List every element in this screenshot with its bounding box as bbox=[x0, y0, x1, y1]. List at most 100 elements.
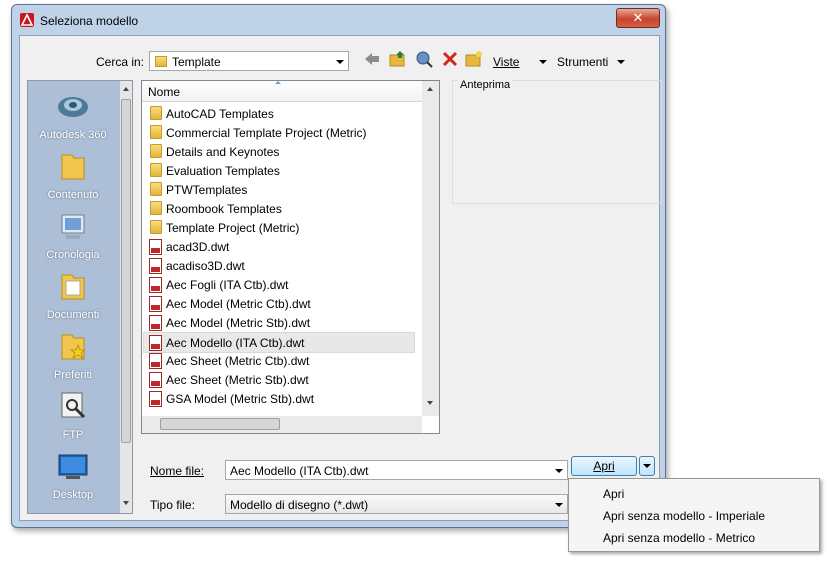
open-options-dropdown[interactable] bbox=[639, 456, 655, 476]
file-name: Aec Model (Metric Ctb).dwt bbox=[166, 297, 311, 311]
places-scrollbar[interactable] bbox=[120, 81, 132, 513]
file-row[interactable]: Aec Sheet (Metric Stb).dwt bbox=[144, 370, 414, 389]
folder-icon bbox=[56, 149, 90, 183]
file-row[interactable]: Roombook Templates bbox=[144, 199, 414, 218]
place-label: Autodesk 360 bbox=[39, 129, 107, 141]
place-label: Contenuto bbox=[47, 189, 99, 201]
tools-dropdown-arrow-icon[interactable] bbox=[617, 60, 625, 64]
dwt-file-icon bbox=[149, 239, 162, 255]
file-row[interactable]: PTWTemplates bbox=[144, 180, 414, 199]
menu-item-open-metric[interactable]: Apri senza modello - Metrico bbox=[603, 531, 755, 545]
folder-icon bbox=[150, 106, 162, 120]
file-name: Aec Sheet (Metric Stb).dwt bbox=[166, 373, 309, 387]
place-ftp[interactable]: FTP bbox=[28, 385, 118, 445]
column-header-name[interactable]: Nome bbox=[142, 81, 422, 102]
scroll-up-icon[interactable] bbox=[123, 87, 129, 91]
folder-icon bbox=[150, 182, 162, 196]
file-row[interactable]: acad3D.dwt bbox=[144, 237, 414, 256]
filename-label: Nome file: bbox=[150, 464, 204, 478]
tools-menu[interactable]: Strumenti bbox=[557, 55, 608, 69]
file-list-horizontal-scrollbar[interactable] bbox=[142, 416, 422, 433]
preview-label: Anteprima bbox=[458, 79, 513, 91]
file-row[interactable]: Aec Model (Metric Stb).dwt bbox=[144, 313, 414, 332]
filetype-label-text: Tipo file: bbox=[150, 498, 195, 512]
file-list: Nome AutoCAD Templates Commercial Templat… bbox=[141, 80, 440, 434]
sort-up-icon bbox=[275, 81, 281, 84]
place-label: Documenti bbox=[46, 309, 100, 321]
place-label: Desktop bbox=[52, 489, 94, 501]
place-contenuto[interactable]: Contenuto bbox=[28, 145, 118, 205]
file-row[interactable]: Template Project (Metric) bbox=[144, 218, 414, 237]
file-row[interactable]: Evaluation Templates bbox=[144, 161, 414, 180]
chevron-down-icon bbox=[643, 464, 651, 468]
back-arrow-icon[interactable] bbox=[363, 50, 381, 68]
dwt-file-icon bbox=[149, 353, 162, 369]
filename-label-text: Nome file: bbox=[150, 464, 205, 478]
preview-panel bbox=[452, 80, 662, 204]
file-row[interactable]: Aec Fogli (ITA Ctb).dwt bbox=[144, 275, 414, 294]
place-documenti[interactable]: Documenti bbox=[28, 265, 118, 325]
file-row[interactable]: Aec Modello (ITA Ctb).dwt bbox=[143, 332, 415, 353]
views-label: Viste bbox=[493, 55, 520, 69]
desktop-icon bbox=[56, 449, 90, 483]
up-folder-icon[interactable] bbox=[389, 50, 407, 68]
scroll-thumb[interactable] bbox=[121, 99, 131, 443]
favorites-icon bbox=[56, 329, 90, 363]
dialog-client: Cerca in: Template Viste Strumenti Autod… bbox=[19, 35, 662, 521]
filename-value: Aec Modello (ITA Ctb).dwt bbox=[230, 464, 369, 478]
title-bar[interactable]: Seleziona modello ✕ bbox=[12, 5, 665, 35]
menu-item-open[interactable]: Apri bbox=[603, 487, 624, 501]
folder-icon bbox=[150, 201, 162, 215]
delete-icon[interactable] bbox=[441, 50, 459, 68]
views-menu[interactable]: Viste bbox=[493, 55, 519, 69]
filename-input[interactable]: Aec Modello (ITA Ctb).dwt bbox=[225, 460, 568, 480]
documents-icon bbox=[56, 269, 90, 303]
folder-icon bbox=[150, 220, 162, 234]
dwt-file-icon bbox=[149, 315, 162, 331]
history-icon bbox=[56, 209, 90, 243]
scroll-down-icon[interactable] bbox=[427, 401, 433, 405]
file-name: GSA Model (Metric Stb).dwt bbox=[166, 392, 315, 406]
ftp-icon bbox=[56, 389, 90, 423]
place-label: Cronologia bbox=[46, 249, 100, 261]
scroll-up-icon[interactable] bbox=[427, 87, 433, 91]
look-in-dropdown[interactable]: Template bbox=[149, 51, 349, 71]
file-list-vertical-scrollbar[interactable] bbox=[422, 81, 439, 416]
open-button[interactable]: Apri bbox=[571, 456, 637, 476]
folder-icon bbox=[150, 144, 162, 158]
place-preferiti[interactable]: Preferiti bbox=[28, 325, 118, 385]
views-dropdown-arrow-icon[interactable] bbox=[539, 60, 547, 64]
menu-item-label: Apri bbox=[603, 487, 625, 501]
close-button[interactable]: ✕ bbox=[616, 8, 660, 28]
menu-item-open-imperial[interactable]: Apri senza modello - Imperiale bbox=[603, 509, 765, 523]
place-label: Preferiti bbox=[54, 369, 92, 381]
folder-icon bbox=[155, 56, 167, 67]
dwt-file-icon bbox=[149, 258, 162, 274]
search-web-icon[interactable] bbox=[415, 50, 433, 68]
file-name: acadiso3D.dwt bbox=[166, 259, 245, 273]
file-row[interactable]: AutoCAD Templates bbox=[144, 104, 414, 123]
places-bar: Autodesk 360 Contenuto Cronologia Docume… bbox=[27, 80, 133, 514]
file-name: Template Project (Metric) bbox=[166, 221, 300, 235]
folder-icon bbox=[150, 125, 162, 139]
scroll-thumb[interactable] bbox=[160, 418, 280, 430]
menu-item-label: Apri senza modello - Imperiale bbox=[603, 509, 766, 523]
file-row[interactable]: Details and Keynotes bbox=[144, 142, 414, 161]
open-options-menu: Apri Apri senza modello - Imperiale Apri… bbox=[568, 478, 820, 552]
filetype-dropdown[interactable]: Modello di disegno (*.dwt) bbox=[225, 494, 568, 514]
place-cronologia[interactable]: Cronologia bbox=[28, 205, 118, 265]
chevron-down-icon[interactable] bbox=[555, 469, 563, 473]
file-row[interactable]: Aec Sheet (Metric Ctb).dwt bbox=[144, 351, 414, 370]
file-row[interactable]: Commercial Template Project (Metric) bbox=[144, 123, 414, 142]
place-autodesk-360[interactable]: Autodesk 360 bbox=[28, 85, 118, 145]
file-name: Details and Keynotes bbox=[166, 145, 280, 159]
place-label: FTP bbox=[62, 429, 84, 441]
file-row[interactable]: GSA Model (Metric Stb).dwt bbox=[144, 389, 414, 408]
new-folder-icon[interactable] bbox=[465, 50, 483, 68]
place-desktop[interactable]: Desktop bbox=[28, 445, 118, 505]
look-in-label: Cerca in: bbox=[96, 55, 145, 69]
scroll-down-icon[interactable] bbox=[123, 501, 129, 505]
file-row[interactable]: Aec Model (Metric Ctb).dwt bbox=[144, 294, 414, 313]
dwt-file-icon bbox=[149, 335, 162, 351]
file-row[interactable]: acadiso3D.dwt bbox=[144, 256, 414, 275]
